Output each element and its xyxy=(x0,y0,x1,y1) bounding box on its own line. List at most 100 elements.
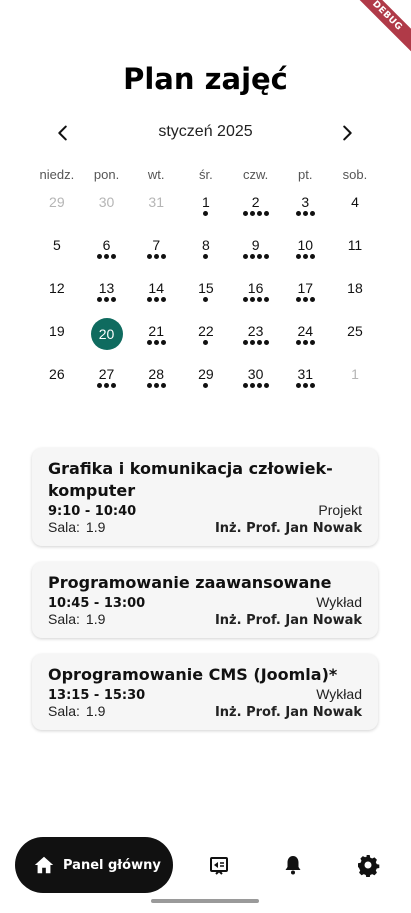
schedule-tab-button[interactable] xyxy=(207,853,231,877)
calendar-day[interactable]: 18 xyxy=(330,276,380,319)
class-teacher: Inż. Prof. Jan Nowak xyxy=(214,705,362,720)
class-time: 13:15 - 15:30 xyxy=(48,688,146,703)
class-room: Sala: 1.9 xyxy=(48,611,105,627)
event-dot xyxy=(309,340,315,345)
calendar-day[interactable]: 22 xyxy=(181,319,231,362)
calendar-day[interactable]: 12 xyxy=(32,276,82,319)
calendar-day[interactable]: 1 xyxy=(181,190,231,233)
calendar-day[interactable]: 4 xyxy=(330,190,380,233)
calendar-day[interactable]: 25 xyxy=(330,319,380,362)
month-navigation: styczeń 2025 xyxy=(0,118,411,148)
event-dots xyxy=(131,297,181,302)
calendar-day[interactable]: 28 xyxy=(131,362,181,405)
calendar-day[interactable]: 5 xyxy=(32,233,82,276)
event-dots xyxy=(82,383,132,388)
calendar-day-number: 3 xyxy=(301,194,310,210)
calendar-day-number: 25 xyxy=(347,323,363,339)
event-dot xyxy=(160,340,166,345)
calendar-day[interactable]: 29 xyxy=(181,362,231,405)
event-dot xyxy=(104,383,110,388)
calendar-day[interactable]: 29 xyxy=(32,190,82,233)
event-dots xyxy=(82,297,132,302)
calendar-day-number: 23 xyxy=(247,323,264,339)
home-tab-button[interactable]: Panel główny xyxy=(15,837,173,893)
calendar-day[interactable]: 7 xyxy=(131,233,181,276)
calendar-day-number: 24 xyxy=(297,323,314,339)
calendar-day[interactable]: 11 xyxy=(330,233,380,276)
event-dots xyxy=(181,383,231,388)
calendar-day[interactable]: 19 xyxy=(32,319,82,362)
page-title: Plan zajęć xyxy=(123,62,288,96)
calendar-day[interactable]: 27 xyxy=(82,362,132,405)
event-dot xyxy=(249,297,255,302)
calendar-day-number: 29 xyxy=(49,194,65,210)
room-number: 1.9 xyxy=(85,611,106,627)
calendar-day[interactable]: 24 xyxy=(280,319,330,362)
event-dot xyxy=(160,383,166,388)
calendar-day[interactable]: 21 xyxy=(131,319,181,362)
home-icon xyxy=(34,856,54,874)
bottom-navigation: Panel główny xyxy=(0,837,411,893)
calendar-day[interactable]: 10 xyxy=(280,233,330,276)
event-dots xyxy=(181,211,231,216)
calendar-day-number: 13 xyxy=(98,280,115,296)
calendar-day-number: 21 xyxy=(148,323,164,339)
calendar-day[interactable]: 9 xyxy=(231,233,281,276)
class-time: 9:10 - 10:40 xyxy=(48,504,137,519)
calendar-day-number: 22 xyxy=(198,323,214,339)
calendar-day-number: 30 xyxy=(247,366,264,382)
event-dots xyxy=(181,340,231,345)
settings-tab-button[interactable] xyxy=(356,853,380,878)
calendar-day-number: 31 xyxy=(148,194,164,210)
calendar-day[interactable]: 31 xyxy=(280,362,330,405)
calendar-day[interactable]: 8 xyxy=(181,233,231,276)
event-dot xyxy=(97,383,103,388)
calendar-day[interactable]: 30 xyxy=(231,362,281,405)
calendar-day[interactable]: 14 xyxy=(131,276,181,319)
event-dot xyxy=(153,254,159,259)
event-dots xyxy=(131,383,181,388)
calendar-day[interactable]: 30 xyxy=(82,190,132,233)
event-dot xyxy=(146,383,152,388)
event-dot xyxy=(153,383,159,388)
calendar-day[interactable]: 6 xyxy=(82,233,132,276)
event-dot xyxy=(256,340,262,345)
calendar-day[interactable]: 15 xyxy=(181,276,231,319)
calendar-day[interactable]: 13 xyxy=(82,276,132,319)
event-dots xyxy=(131,254,181,259)
event-dot xyxy=(146,297,152,302)
event-dot xyxy=(160,254,166,259)
event-dots xyxy=(231,254,281,259)
event-dot xyxy=(242,297,248,302)
class-card[interactable]: Programowanie zaawansowane 10:45 - 13:00 W… xyxy=(32,562,378,638)
calendar-day[interactable]: 31 xyxy=(131,190,181,233)
calendar-day[interactable]: 3 xyxy=(280,190,330,233)
calendar-day-selected[interactable]: 20 xyxy=(82,318,132,362)
class-type: Wykład xyxy=(316,686,362,702)
event-dot xyxy=(160,297,166,302)
calendar-day[interactable]: 23 xyxy=(231,319,281,362)
next-month-button[interactable] xyxy=(336,122,358,144)
event-dot xyxy=(111,254,117,259)
weekday-label: niedz. xyxy=(39,167,75,182)
notifications-tab-button[interactable] xyxy=(281,853,305,877)
calendar-day[interactable]: 1 xyxy=(330,362,380,405)
calendar-day[interactable]: 2 xyxy=(231,190,281,233)
calendar-day-number: 31 xyxy=(297,366,314,382)
calendar-day-number: 14 xyxy=(148,280,164,296)
event-dot xyxy=(263,254,269,259)
class-card[interactable]: Grafika i komunikacja człowiek-komputer 9… xyxy=(32,448,378,546)
calendar-grid: 29 30 31 1 2 3 4 5 6 7 8 9 10 11 12 13 14 15 16 17 18 19 20 21 2… xyxy=(32,190,380,405)
event-dot xyxy=(256,254,262,259)
class-card[interactable]: Oprogramowanie CMS (Joomla)* 13:15 - 15:3… xyxy=(32,654,378,730)
calendar-day-number: 4 xyxy=(351,194,359,210)
calendar-day[interactable]: 16 xyxy=(231,276,281,319)
class-type: Projekt xyxy=(318,502,362,518)
room-label: Sala: xyxy=(48,519,80,535)
calendar-day-number: 11 xyxy=(347,237,363,253)
calendar-day[interactable]: 26 xyxy=(32,362,82,405)
event-dots xyxy=(280,297,330,302)
calendar-day[interactable]: 17 xyxy=(280,276,330,319)
event-dots xyxy=(82,254,132,259)
event-dots xyxy=(181,254,231,259)
